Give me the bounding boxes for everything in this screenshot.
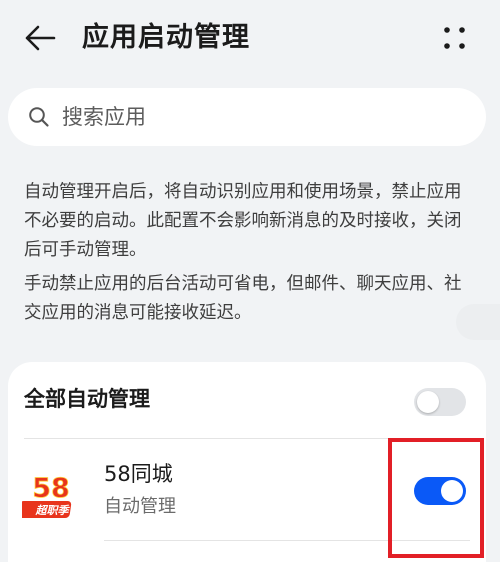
toggle-knob xyxy=(417,391,439,413)
back-arrow-icon xyxy=(25,25,56,51)
58-tongcheng-app-icon: 58 超职季 xyxy=(17,463,82,523)
app-icon-number: 58 xyxy=(32,473,70,504)
title-bar: 应用启动管理 xyxy=(0,0,500,78)
page-title: 应用启动管理 xyxy=(82,22,250,53)
app-icon-badge: 超职季 xyxy=(35,504,71,517)
auto-manage-description: 自动管理开启后，将自动识别应用和使用场景，禁止应用不必要的启动。此配置不会影响新… xyxy=(24,182,462,260)
search-input[interactable] xyxy=(60,104,444,130)
more-options-button[interactable] xyxy=(436,18,476,58)
more-vertical-icon xyxy=(444,27,465,49)
app-status: 自动管理 xyxy=(104,496,176,517)
app-list-card: 全部自动管理 58 超职季 58同城 自动管理 xyxy=(8,362,486,562)
app-auto-manage-toggle[interactable] xyxy=(414,477,466,505)
scroll-indicator xyxy=(456,304,500,340)
search-icon xyxy=(26,104,52,130)
all-auto-manage-row: 全部自动管理 xyxy=(8,362,486,438)
toggle-knob xyxy=(441,480,463,502)
app-name: 58同城 xyxy=(104,462,173,486)
back-button[interactable] xyxy=(18,18,62,58)
all-auto-manage-toggle[interactable] xyxy=(414,388,466,416)
manual-manage-description: 手动禁止应用的后台活动可省电，但邮件、聊天应用、社交应用的消息可能接收延迟。 xyxy=(24,274,462,323)
all-auto-manage-label: 全部自动管理 xyxy=(24,387,150,411)
divider xyxy=(104,540,470,541)
search-bar[interactable] xyxy=(8,88,486,146)
app-row-58-tongcheng[interactable]: 58 超职季 58同城 自动管理 xyxy=(8,439,486,549)
